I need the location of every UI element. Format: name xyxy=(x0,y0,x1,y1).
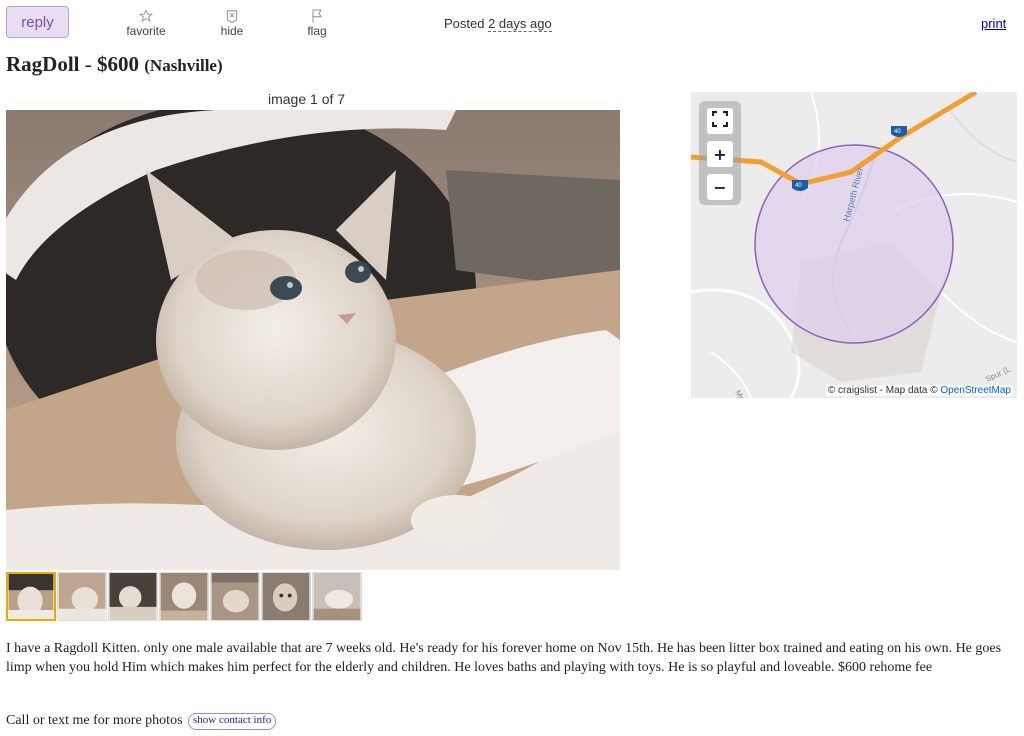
main-image[interactable] xyxy=(6,110,620,570)
thumbnail[interactable] xyxy=(6,572,56,621)
hide-label: hide xyxy=(220,24,244,38)
thumbnail[interactable] xyxy=(261,572,311,621)
reply-label: reply xyxy=(21,13,54,31)
listing-price: $600 xyxy=(97,52,139,76)
thumbnail[interactable] xyxy=(312,572,362,621)
posted-prefix: Posted xyxy=(444,16,489,31)
map-attribution: © craigslist - Map data © OpenStreetMap xyxy=(825,385,1013,396)
flag-button[interactable]: flag xyxy=(287,6,347,38)
favorite-button[interactable]: favorite xyxy=(116,6,176,38)
zoom-in-icon: + xyxy=(713,144,727,164)
thumbnail[interactable] xyxy=(57,572,107,621)
map-controls: + − xyxy=(699,101,741,205)
contact-text: Call or text me for more photos xyxy=(6,713,187,728)
thumbnail[interactable] xyxy=(108,572,158,621)
interstate-label: 40 xyxy=(894,129,901,135)
listing-location: (Nashville) xyxy=(144,56,223,75)
zoom-in-button[interactable]: + xyxy=(707,141,733,167)
hide-button[interactable]: hide xyxy=(202,6,262,38)
posted-date: Posted 2 days ago xyxy=(444,16,552,32)
attribution-text: © craigslist - Map data © xyxy=(827,385,941,396)
flag-label: flag xyxy=(307,24,327,38)
posted-when: 2 days ago xyxy=(488,16,552,32)
show-contact-info-button[interactable]: show contact info xyxy=(188,713,277,730)
fullscreen-icon xyxy=(711,110,729,131)
posting-body: I have a Ragdoll Kitten. only one male a… xyxy=(6,641,1002,675)
thumbnail-strip xyxy=(6,572,362,621)
location-map[interactable]: 40 40 Harpeth River Spur (L McC + − © cr… xyxy=(691,92,1017,398)
fullscreen-button[interactable] xyxy=(707,108,733,134)
reply-button[interactable]: reply xyxy=(6,6,69,38)
flag-icon xyxy=(287,6,347,24)
title-separator: - xyxy=(79,52,97,76)
image-counter: image 1 of 7 xyxy=(268,91,346,107)
print-link[interactable]: print xyxy=(981,16,1006,31)
openstreetmap-link[interactable]: OpenStreetMap xyxy=(940,385,1011,396)
contact-line: Call or text me for more photos show con… xyxy=(6,713,277,730)
favorite-label: favorite xyxy=(126,24,166,38)
thumbnail[interactable] xyxy=(159,572,209,621)
posting-title: RagDoll - $600 (Nashville) xyxy=(6,52,223,77)
zoom-out-button[interactable]: − xyxy=(707,174,733,200)
interstate-label: 40 xyxy=(795,183,802,189)
star-outline-icon xyxy=(116,6,176,24)
zoom-out-icon: − xyxy=(713,177,727,197)
listing-title: RagDoll xyxy=(6,52,80,76)
hide-x-icon xyxy=(202,6,262,24)
thumbnail[interactable] xyxy=(210,572,260,621)
